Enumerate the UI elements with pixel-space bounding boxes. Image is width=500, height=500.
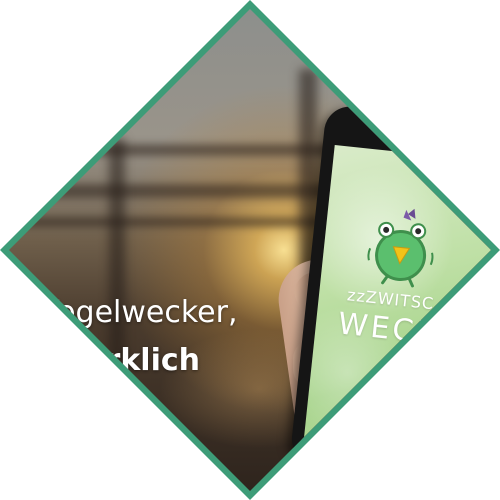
promo-banner: Vogelwecker, h wirklich ht. zzZWITSC WEC…	[0, 0, 500, 500]
sunset-photo: Vogelwecker, h wirklich ht. zzZWITSC WEC…	[9, 9, 491, 491]
app-title-large: WECK	[336, 306, 441, 352]
window-bar	[9, 144, 491, 156]
green-bird-alarm-clock-icon	[362, 204, 440, 291]
headline-emphasis: wirklich	[67, 343, 201, 378]
